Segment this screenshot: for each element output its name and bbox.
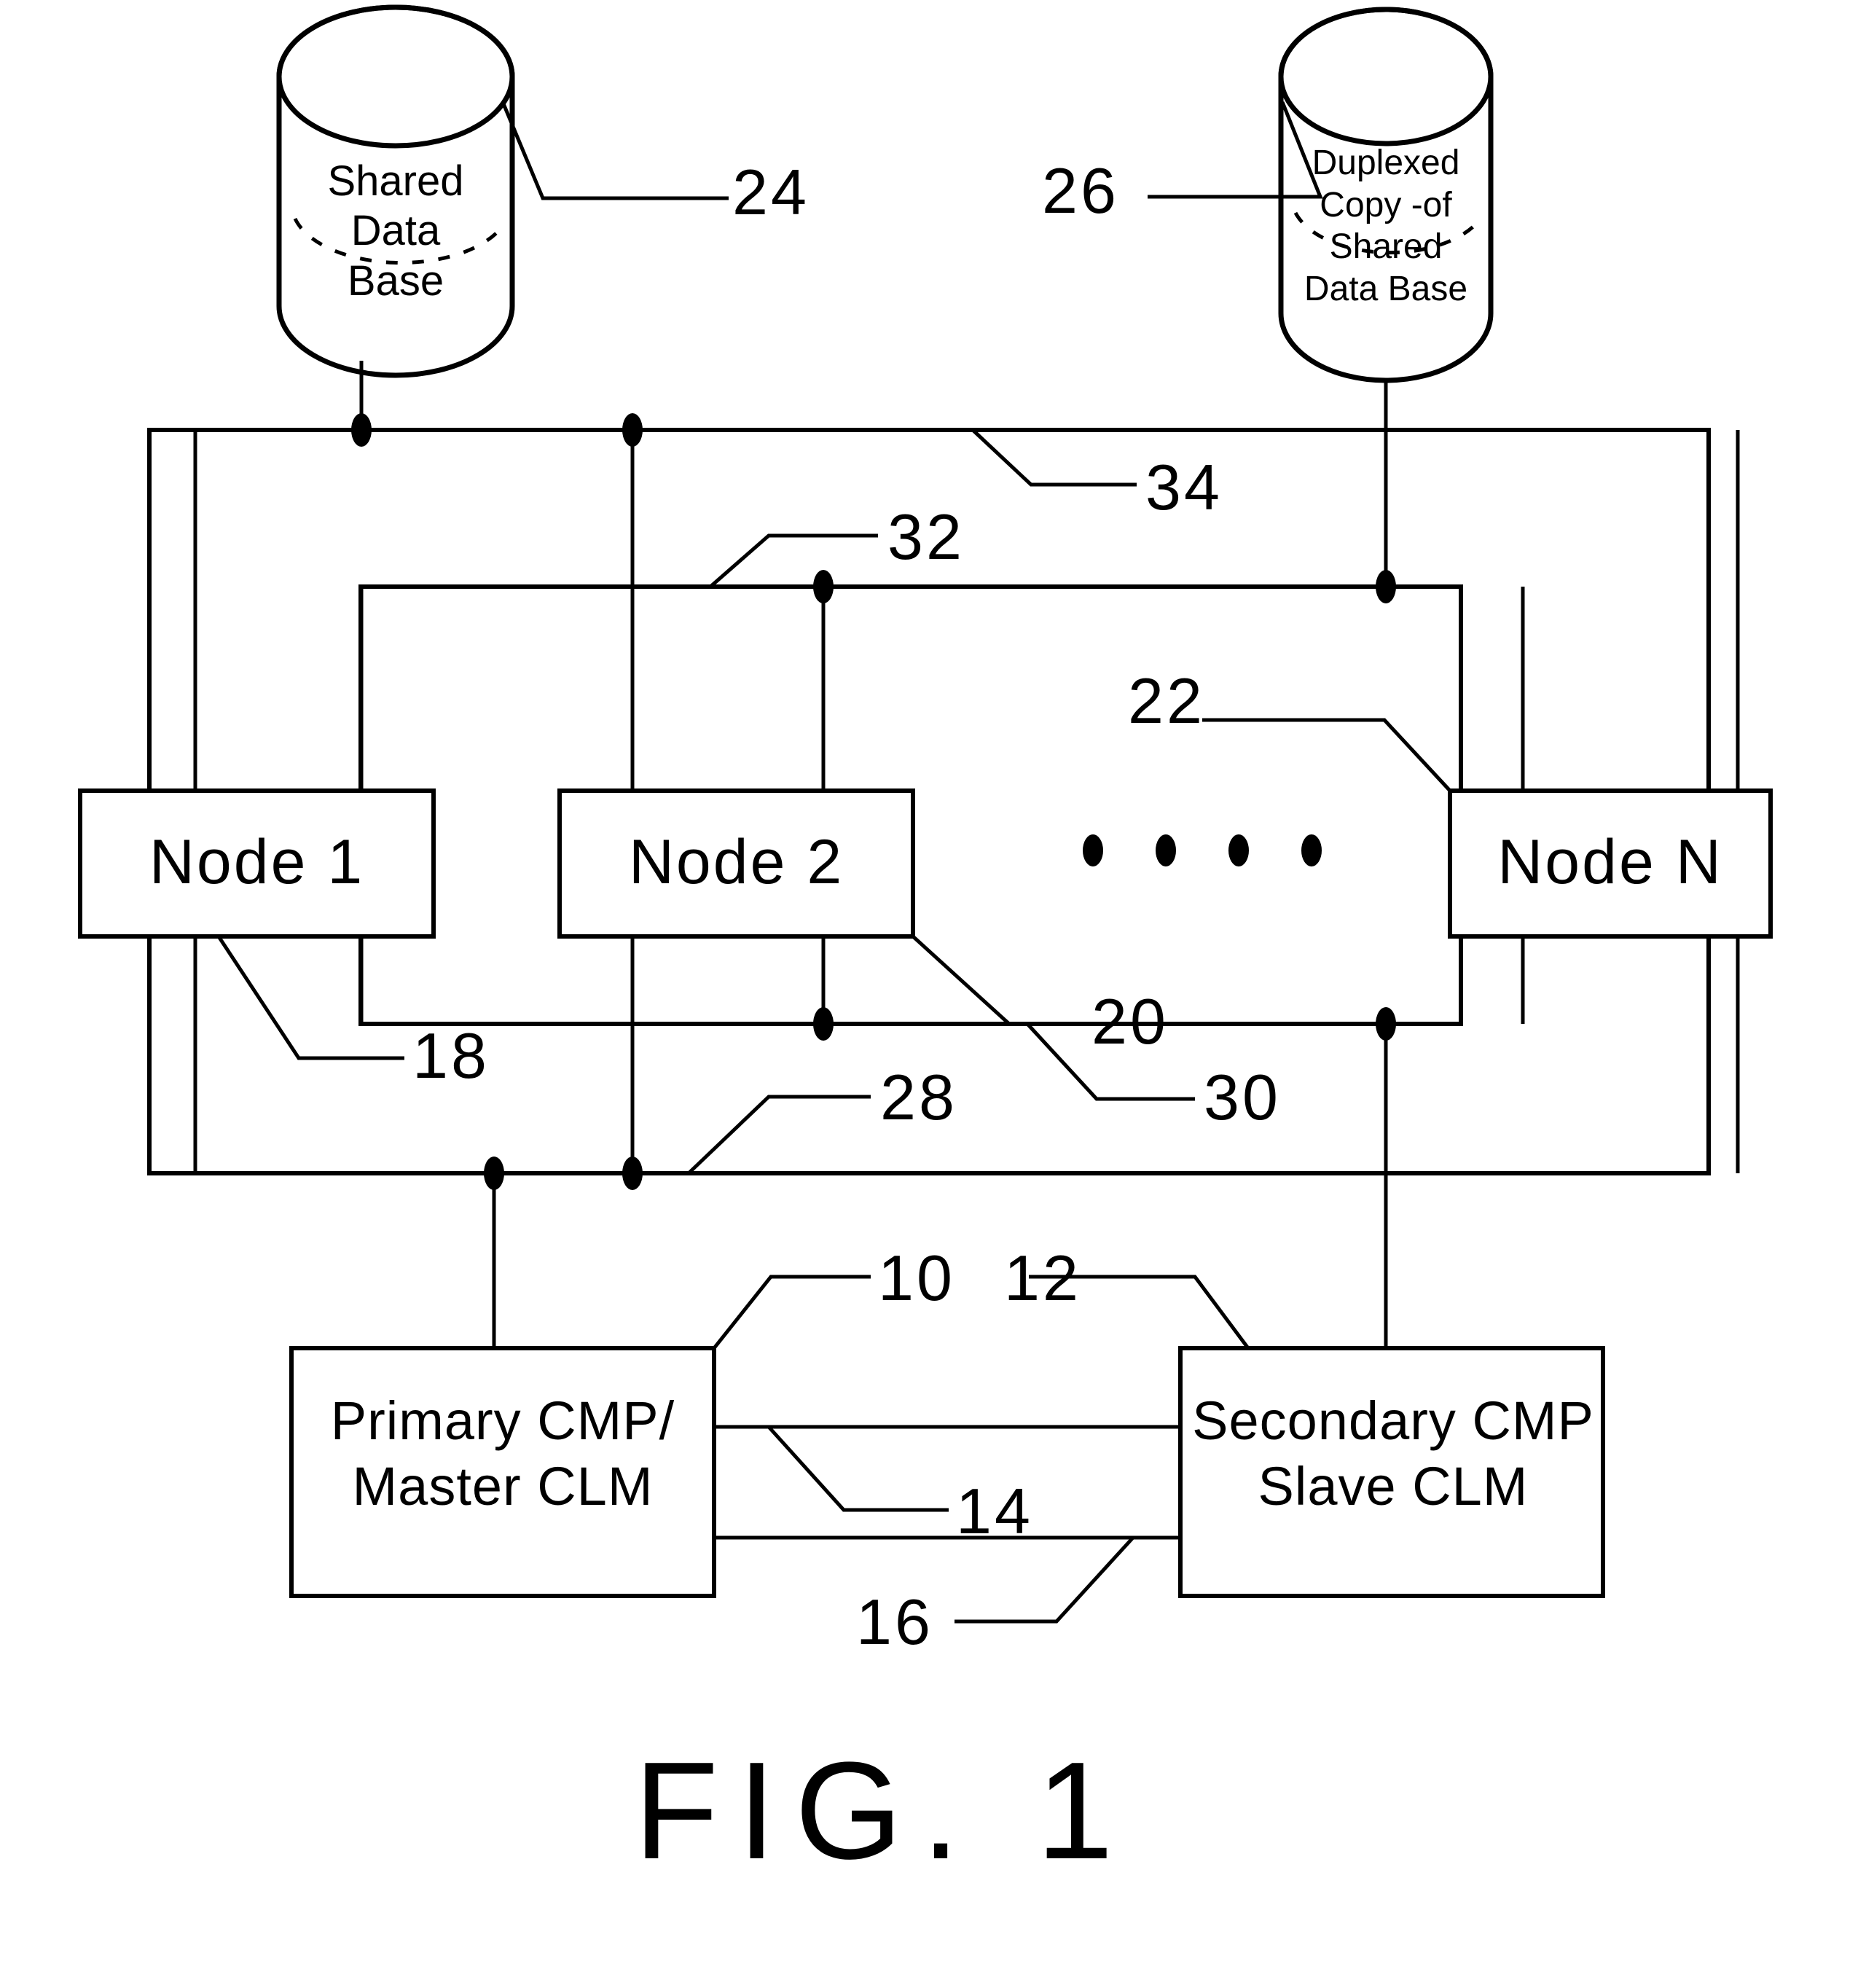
ref-number-26: 26 [1042, 154, 1119, 227]
node-1-label: Node 1 [149, 827, 365, 897]
leader-18 [216, 935, 404, 1060]
leader-16 [955, 1536, 1134, 1624]
ref-number-34: 34 [1145, 451, 1223, 523]
leader-20 [912, 935, 1082, 1026]
ref-number-32: 32 [887, 501, 965, 573]
node-n-label: Node N [1497, 827, 1723, 897]
duplexed-db-line-1: Duplexed [1312, 144, 1460, 182]
ref-number-22: 22 [1128, 665, 1205, 737]
primary-cmp-label: Primary CMP/ Master CLM [288, 1388, 718, 1520]
leader-24 [501, 101, 729, 200]
duplexed-db-line-3: Shared [1329, 227, 1443, 267]
ref-number-10: 10 [878, 1242, 955, 1314]
ref-number-16: 16 [856, 1586, 933, 1658]
duplexed-db-line-4: Data Base [1304, 269, 1468, 308]
secondary-cmp-line-1: Secondary CMP [1192, 1390, 1594, 1451]
leader-32 [709, 533, 878, 588]
duplexed-db-line-2: Copy -of [1320, 185, 1452, 224]
ref-number-18: 18 [412, 1020, 490, 1092]
primary-cmp-line-2: Master CLM [352, 1456, 654, 1517]
ref-number-30: 30 [1204, 1061, 1281, 1133]
leader-22 [1202, 718, 1451, 792]
figure-caption: FIG. 1 [634, 1734, 1132, 1888]
ref-number-12: 12 [1004, 1242, 1081, 1314]
ref-number-14: 14 [956, 1475, 1033, 1547]
leader-28 [687, 1095, 871, 1175]
leader-34 [971, 428, 1137, 487]
node-2-label: Node 2 [628, 827, 844, 897]
duplexed-db-label: Duplexed Copy -of Shared Data Base [1281, 142, 1491, 310]
shared-db-line-2: Data [350, 207, 441, 255]
secondary-cmp-label: Secondary CMP Slave CLM [1175, 1388, 1612, 1520]
shared-db-line-1: Shared [327, 157, 464, 205]
ref-number-20: 20 [1091, 985, 1169, 1057]
leader-10 [713, 1275, 871, 1350]
shared-db-label: Shared Data Base [279, 157, 512, 306]
ref-number-28: 28 [880, 1061, 957, 1133]
shared-db-line-3: Base [347, 257, 444, 305]
node-ellipsis-dots [1083, 834, 1322, 866]
primary-cmp-line-1: Primary CMP/ [330, 1390, 675, 1451]
patent-figure: Shared Data Base 24 Duplexed Copy -of Sh… [0, 0, 1858, 1988]
ref-number-24: 24 [732, 156, 810, 228]
secondary-cmp-line-2: Slave CLM [1258, 1456, 1529, 1517]
leader-14 [767, 1425, 949, 1512]
